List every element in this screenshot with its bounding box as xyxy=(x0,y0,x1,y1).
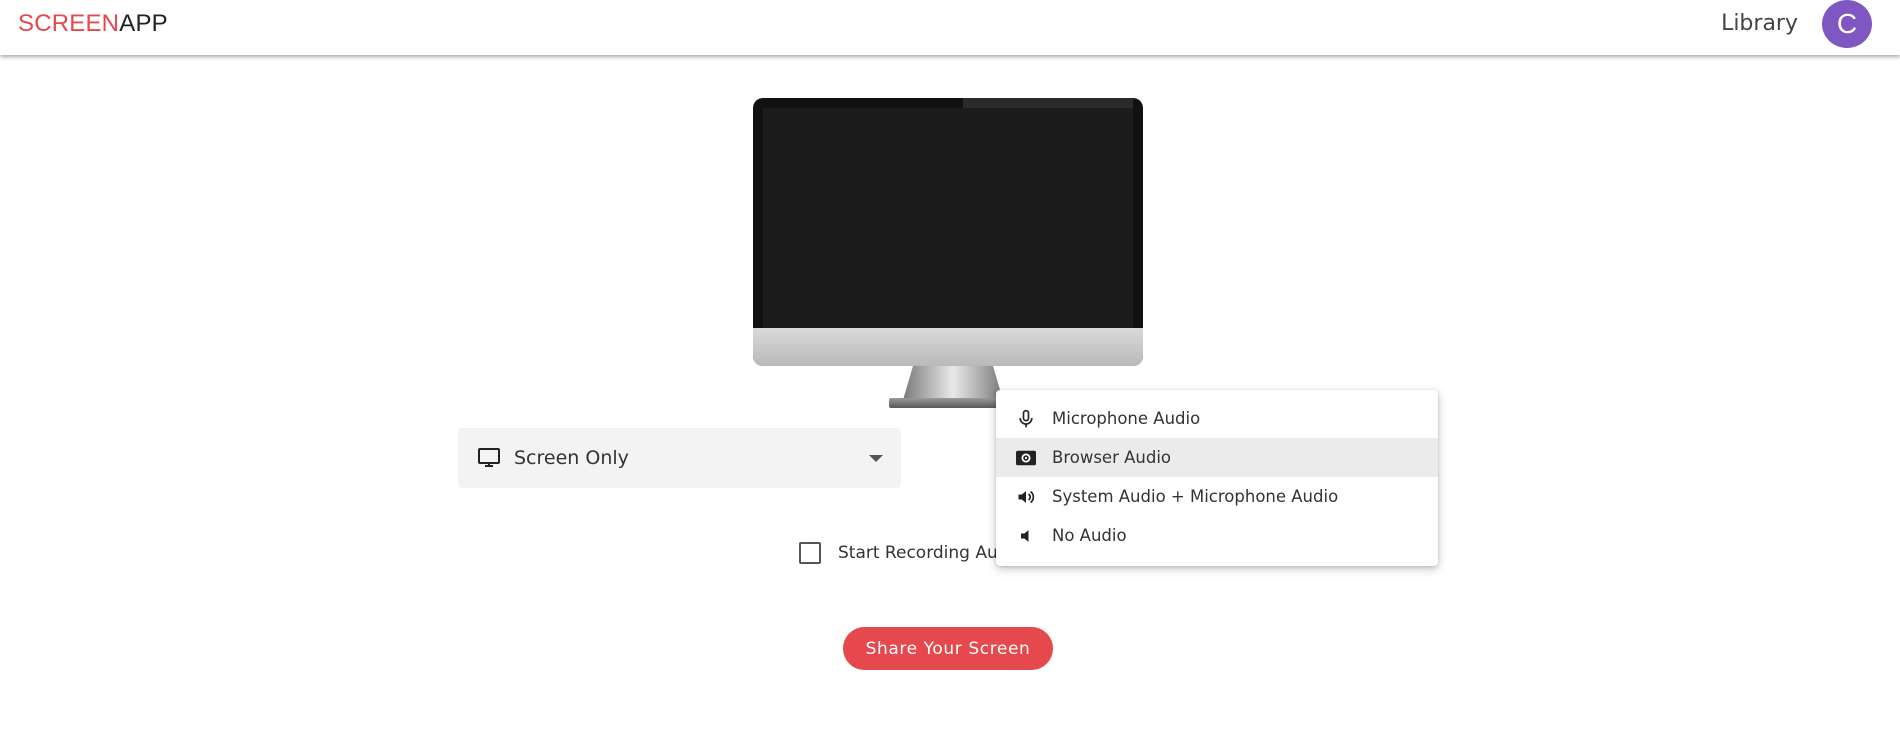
monitor-illustration xyxy=(753,98,1143,410)
monitor-screen-sheen xyxy=(963,98,1133,108)
logo-part-screen: SCREEN xyxy=(18,10,120,37)
monitor-chin xyxy=(753,328,1143,366)
avatar[interactable]: C xyxy=(1822,0,1872,48)
menu-item-browser-audio[interactable]: Browser Audio xyxy=(996,438,1438,477)
menu-item-label: System Audio + Microphone Audio xyxy=(1052,487,1339,506)
monitor-frame xyxy=(753,98,1143,366)
menu-item-system-and-microphone-audio[interactable]: System Audio + Microphone Audio xyxy=(996,477,1438,516)
top-bar: SCREENAPP Library C xyxy=(0,0,1900,55)
auto-record-label: Start Recording Auto xyxy=(838,543,1015,563)
speaker-loud-icon xyxy=(1014,485,1038,509)
logo-part-app: APP xyxy=(119,10,168,37)
microphone-icon xyxy=(1014,407,1038,431)
menu-item-label: No Audio xyxy=(1052,526,1127,545)
monitor-icon xyxy=(476,445,502,471)
speaker-mute-icon xyxy=(1014,524,1038,548)
browser-audio-icon xyxy=(1014,446,1038,470)
share-screen-button[interactable]: Share Your Screen xyxy=(843,627,1053,670)
monitor-stand-neck xyxy=(903,366,1003,400)
source-select[interactable]: Screen Only xyxy=(458,428,901,488)
chevron-down-icon xyxy=(869,455,883,462)
source-select-value: Screen Only xyxy=(514,447,629,469)
screenapp-logo[interactable]: SCREENAPP xyxy=(18,10,168,38)
menu-item-no-audio[interactable]: No Audio xyxy=(996,516,1438,555)
menu-item-microphone-audio[interactable]: Microphone Audio xyxy=(996,399,1438,438)
auto-record-row: Start Recording Auto xyxy=(799,540,1015,566)
audio-options-menu: Microphone Audio Browser Audio System Au… xyxy=(996,390,1438,566)
menu-item-label: Microphone Audio xyxy=(1052,409,1201,428)
menu-item-label: Browser Audio xyxy=(1052,448,1172,467)
monitor-screen xyxy=(763,108,1133,328)
auto-record-checkbox[interactable] xyxy=(799,542,821,564)
library-link[interactable]: Library xyxy=(1721,11,1798,36)
